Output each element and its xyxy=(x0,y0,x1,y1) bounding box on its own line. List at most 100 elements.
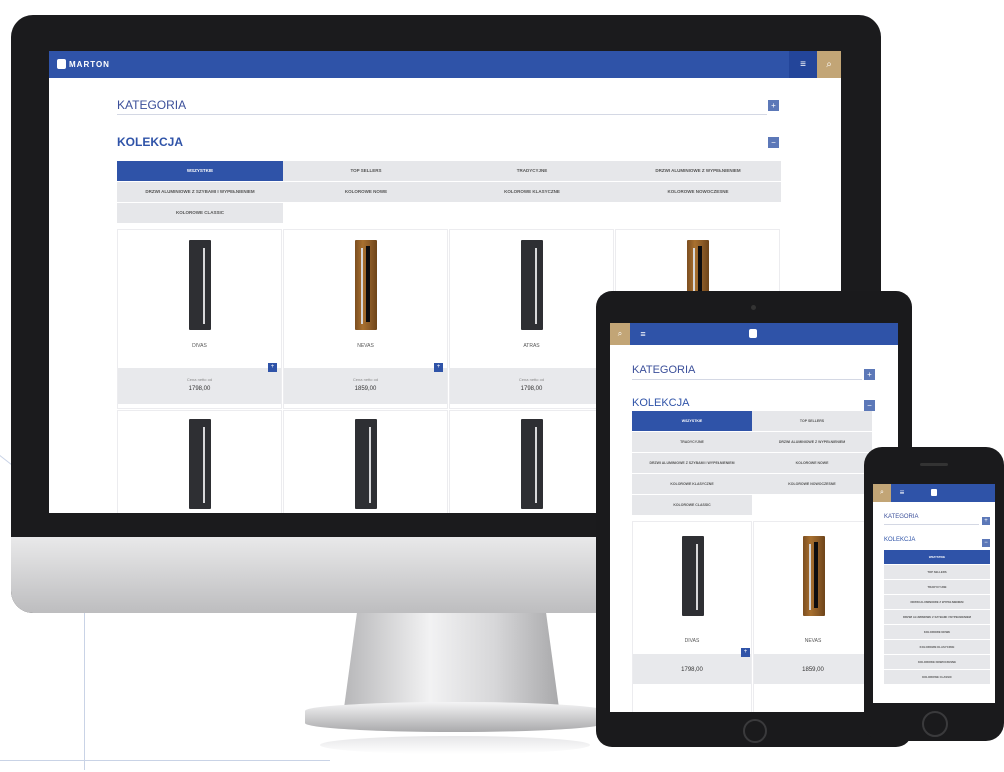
collection-tab[interactable]: DRZWI ALUMINIOWE Z SZYBAMI I WYPEŁNIENIE… xyxy=(632,453,753,474)
phone-search-button[interactable]: ⌕ xyxy=(873,484,891,502)
category-divider xyxy=(117,114,767,115)
tablet-logo-icon[interactable] xyxy=(749,329,757,338)
dark-door-image[interactable] xyxy=(682,536,704,616)
phone-collection-toggle[interactable]: − xyxy=(982,539,990,547)
product-name: DIVAS xyxy=(192,343,207,349)
tablet-menu-button[interactable]: ≡ xyxy=(634,323,652,345)
dark-door-image[interactable] xyxy=(521,419,543,509)
phone-speaker xyxy=(920,463,948,466)
price-label: Cena netto od xyxy=(518,377,545,382)
add-to-cart-icon[interactable]: + xyxy=(434,363,443,372)
add-to-cart-icon[interactable]: + xyxy=(741,648,750,657)
price-value: 1859,00 xyxy=(354,386,377,392)
product-name: NEVAS xyxy=(357,343,374,349)
door-handle xyxy=(203,427,205,503)
dark-door-image[interactable] xyxy=(189,419,211,509)
price-value: 1798,00 xyxy=(520,386,543,392)
price-value: 1798,00 xyxy=(188,386,211,392)
collection-tab[interactable]: TOP SELLERS xyxy=(283,161,450,182)
phone-home-button[interactable] xyxy=(922,711,948,737)
tablet-collection-title[interactable]: KOLEKCJA xyxy=(632,397,689,409)
collection-tab[interactable]: WSZYSTKIE xyxy=(632,411,753,432)
door-handle xyxy=(535,427,537,503)
tablet-category-title[interactable]: KATEGORIA xyxy=(632,364,695,376)
background-line-horizontal xyxy=(0,760,330,761)
door-handle xyxy=(696,544,698,610)
product-card[interactable] xyxy=(283,410,448,513)
wood-door-image[interactable] xyxy=(803,536,825,616)
tablet-search-button[interactable]: ⌕ xyxy=(610,323,630,345)
collection-tab[interactable]: KOLOROWE CLASSIC xyxy=(884,670,991,685)
phone-logo-icon[interactable] xyxy=(931,489,937,496)
product-card[interactable]: DIVAS Cena netto od 1798,00 + xyxy=(117,229,282,409)
dark-door-image[interactable] xyxy=(521,240,543,330)
collection-tab[interactable]: KOLOROWE CLASSIC xyxy=(117,203,284,224)
category-toggle-button[interactable]: + xyxy=(768,100,779,111)
product-card[interactable]: NEVAS 1859,00 xyxy=(753,521,873,712)
search-button[interactable]: ⌕ xyxy=(817,51,841,78)
collection-tab[interactable]: WSZYSTKIE xyxy=(884,550,991,565)
dark-door-image[interactable] xyxy=(355,419,377,509)
collection-tab[interactable]: DRZWI ALUMINIOWE Z SZYBAMI I WYPEŁNIENIE… xyxy=(117,182,284,203)
collection-tab[interactable]: TRADYCYJNE xyxy=(632,432,753,453)
collection-tab[interactable]: TOP SELLERS xyxy=(884,565,991,580)
product-name: DIVAS xyxy=(684,638,700,644)
product-card[interactable] xyxy=(117,410,282,513)
door-handle xyxy=(535,248,537,324)
tablet-category-divider xyxy=(632,379,862,380)
collection-tab[interactable]: KOLOROWE NOWE xyxy=(283,182,450,203)
product-card[interactable] xyxy=(449,410,614,513)
price-bar: Cena netto od 1798,00 xyxy=(118,368,281,404)
collection-tab[interactable]: TRADYCYJNE xyxy=(449,161,616,182)
product-name: ATRAS xyxy=(523,343,540,349)
collection-tab[interactable]: TRADYCYJNE xyxy=(884,580,991,595)
price-bar: Cena netto od 1859,00 xyxy=(284,368,447,404)
collection-tab[interactable]: KOLOROWE KLASYCZNE xyxy=(632,474,753,495)
collection-tab[interactable]: KOLOROWE KLASYCZNE xyxy=(449,182,616,203)
desktop-topbar: MARTON ≡ ⌕ xyxy=(49,51,841,78)
collection-tab[interactable]: KOLOROWE KLASYCZNE xyxy=(884,640,991,655)
wood-door-image[interactable] xyxy=(355,240,377,330)
price-label: Cena netto od xyxy=(352,377,379,382)
tablet-category-toggle[interactable]: + xyxy=(864,369,875,380)
door-handle xyxy=(361,248,363,324)
background-line-vertical xyxy=(84,610,85,770)
collection-tab[interactable]: WSZYSTKIE xyxy=(117,161,284,182)
phone-menu-button[interactable]: ≡ xyxy=(895,484,909,502)
door-handle xyxy=(369,427,371,503)
product-card[interactable]: DIVAS 1798,00 + xyxy=(632,521,752,712)
category-title[interactable]: KATEGORIA xyxy=(117,98,186,112)
menu-button[interactable]: ≡ xyxy=(789,51,817,78)
tablet-camera xyxy=(751,305,756,310)
collection-tab[interactable]: DRZWI ALUMINIOWE Z WYPEŁNIENIEM xyxy=(615,161,782,182)
price-bar: Cena netto od 1798,00 xyxy=(450,368,613,404)
collection-tab[interactable]: KOLOROWE NOWE xyxy=(752,453,873,474)
collection-tab[interactable]: DRZWI ALUMINIOWE Z WYPEŁNIENIEM xyxy=(884,595,991,610)
brand-logo[interactable]: MARTON xyxy=(57,59,110,69)
collection-toggle-button[interactable]: − xyxy=(768,137,779,148)
collection-tab[interactable]: KOLOROWE NOWOCZESNE xyxy=(615,182,782,203)
collection-title[interactable]: KOLEKCJA xyxy=(117,135,183,149)
collection-tab[interactable]: KOLOROWE CLASSIC xyxy=(632,495,753,516)
tablet-screen: ⌕ ≡ KATEGORIA + KOLEKCJA − WSZYSTKIE TOP … xyxy=(610,323,898,712)
phone-collection-title[interactable]: KOLEKCJA xyxy=(884,537,915,543)
collection-tab[interactable]: TOP SELLERS xyxy=(752,411,873,432)
phone-device: ⌕ ≡ KATEGORIA + KOLEKCJA − WSZYSTKIE TOP … xyxy=(864,447,1004,741)
tablet-collection-toggle[interactable]: − xyxy=(864,400,875,411)
price-bar: 1859,00 xyxy=(754,654,872,684)
dark-door-image[interactable] xyxy=(189,240,211,330)
collection-tab[interactable]: DRZWI ALUMINIOWE Z WYPEŁNIENIEM xyxy=(752,432,873,453)
add-to-cart-icon[interactable]: + xyxy=(268,363,277,372)
phone-category-toggle[interactable]: + xyxy=(982,517,990,525)
collection-tab[interactable]: DRZWI ALUMINIOWE Z SZYBAMI I WYPEŁNIENIE… xyxy=(884,610,991,625)
collection-tab[interactable]: KOLOROWE NOWOCZESNE xyxy=(752,474,873,495)
price-value: 1859,00 xyxy=(802,667,824,673)
product-card[interactable]: ATRASCena netto od1798,00+ xyxy=(449,229,614,409)
collection-tab[interactable]: KOLOROWE NOWOCZESNE xyxy=(884,655,991,670)
phone-topbar: ⌕ ≡ xyxy=(873,484,995,502)
product-card[interactable]: NEVAS Cena netto od 1859,00 + xyxy=(283,229,448,409)
monitor-reflection xyxy=(320,736,590,754)
collection-tab[interactable]: KOLOROWE NOWE xyxy=(884,625,991,640)
phone-category-title[interactable]: KATEGORIA xyxy=(884,514,919,520)
tablet-home-button[interactable] xyxy=(743,719,767,743)
